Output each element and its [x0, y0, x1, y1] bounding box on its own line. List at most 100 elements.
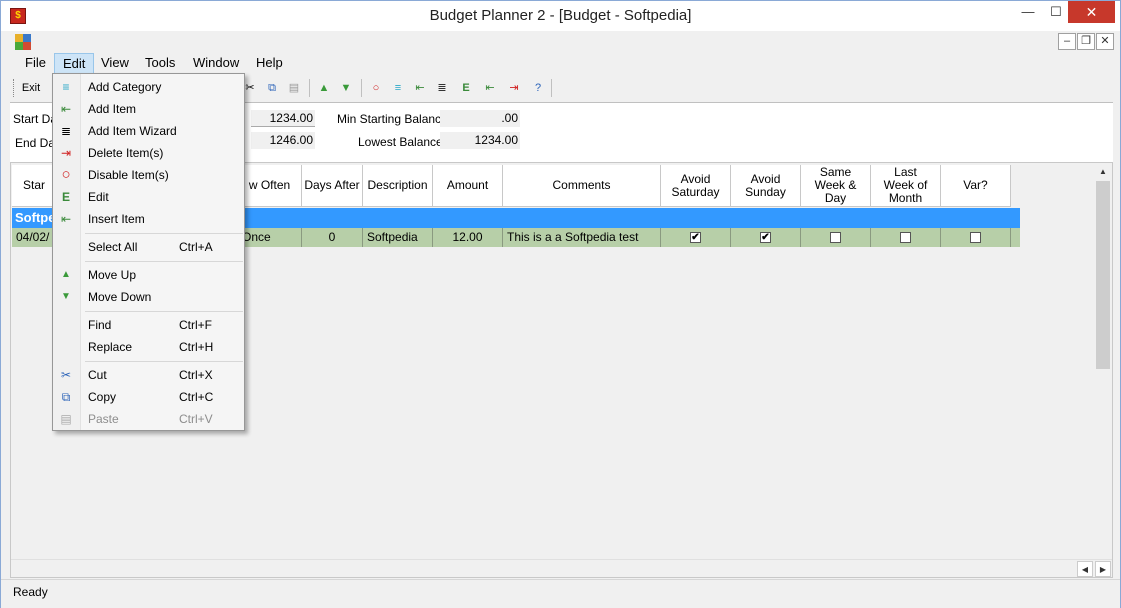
scroll-up-icon[interactable]: ▲ — [1094, 164, 1112, 180]
menu-item-add-category[interactable]: ≡ Add Category — [53, 76, 244, 98]
horizontal-scrollbar[interactable]: ◀ ▶ — [11, 559, 1112, 577]
close-button[interactable]: ✕ — [1068, 1, 1115, 23]
menu-item-replace[interactable]: Replace Ctrl+H — [53, 336, 244, 358]
child-minimize-button[interactable]: – — [1058, 33, 1076, 50]
delete-icon: ⇥ — [60, 146, 72, 160]
same-week-day-checkbox[interactable] — [830, 232, 841, 243]
move-up-icon[interactable]: ▲ — [315, 79, 333, 97]
column-header-same-week-day[interactable]: Same Week & Day — [801, 165, 871, 207]
menu-item-move-down[interactable]: ▼ Move Down — [53, 286, 244, 308]
paste-icon[interactable]: ▤ — [285, 79, 303, 97]
menu-help[interactable]: Help — [248, 53, 291, 74]
column-header-amount[interactable]: Amount — [433, 165, 503, 207]
add-category-icon[interactable]: ≡ — [389, 79, 407, 97]
vertical-scrollbar[interactable]: ▲ — [1094, 164, 1112, 369]
column-header-how-often[interactable]: w Often — [238, 165, 302, 207]
vertical-scroll-thumb[interactable] — [1096, 181, 1110, 369]
add-item-icon[interactable]: ⇤ — [411, 79, 429, 97]
avoid-saturday-checkbox[interactable]: ✔ — [690, 232, 701, 243]
column-header-description[interactable]: Description — [363, 165, 433, 207]
starting-balance-field[interactable]: 1234.00 — [251, 110, 315, 127]
column-header-avoid-saturday[interactable]: Avoid Saturday — [661, 165, 731, 207]
menu-tools[interactable]: Tools — [137, 53, 183, 74]
child-close-button[interactable]: ✕ — [1096, 33, 1114, 50]
app-window: Budget Planner 2 - [Budget - Softpedia] … — [0, 0, 1121, 608]
cell-start-date[interactable]: 04/02/ — [12, 228, 57, 247]
menu-item-edit[interactable]: E Edit — [53, 186, 244, 208]
cell-description[interactable]: Softpedia — [363, 228, 433, 247]
menu-item-label: Cut — [88, 368, 107, 382]
menu-item-shortcut: Ctrl+C — [179, 390, 214, 404]
document-icon[interactable] — [15, 34, 31, 50]
scroll-right-icon[interactable]: ▶ — [1095, 561, 1111, 577]
menu-edit[interactable]: Edit — [54, 53, 95, 74]
edit-menu-dropdown: ≡ Add Category ⇤ Add Item ≣ Add Item Wiz… — [52, 73, 245, 431]
menu-item-add-item-wizard[interactable]: ≣ Add Item Wizard — [53, 120, 244, 142]
column-header-last-week-of-month[interactable]: Last Week of Month — [871, 165, 941, 207]
paste-icon: ▤ — [60, 412, 72, 426]
min-starting-balance-label: Min Starting Balance — [337, 112, 448, 126]
cell-how-often[interactable]: Once — [238, 228, 302, 247]
menu-item-select-all[interactable]: Select All Ctrl+A — [53, 236, 244, 258]
mdi-child-bar: – ❐ ✕ — [1, 31, 1120, 53]
menu-item-label: Edit — [88, 190, 109, 204]
toolbar-separator — [551, 79, 552, 97]
wizard-icon: ≣ — [60, 124, 72, 138]
disable-icon[interactable]: ○ — [367, 79, 385, 97]
edit-icon: E — [61, 190, 70, 204]
maximize-button[interactable]: ☐ — [1042, 1, 1070, 23]
menu-item-move-up[interactable]: ▲ Move Up — [53, 264, 244, 286]
cell-amount[interactable]: 12.00 — [433, 228, 503, 247]
exit-button[interactable]: Exit — [19, 79, 43, 97]
copy-icon[interactable]: ⧉ — [263, 79, 281, 97]
app-icon[interactable]: $ — [10, 8, 26, 24]
delete-icon[interactable]: ⇥ — [505, 79, 523, 97]
menu-item-find[interactable]: Find Ctrl+F — [53, 314, 244, 336]
var-checkbox[interactable] — [970, 232, 981, 243]
menu-item-label: Move Down — [88, 290, 152, 304]
avoid-sunday-checkbox[interactable]: ✔ — [760, 232, 771, 243]
toolbar-grip[interactable] — [13, 79, 16, 97]
column-header-start[interactable]: Star — [12, 165, 57, 207]
move-down-icon[interactable]: ▼ — [337, 79, 355, 97]
add-category-icon: ≡ — [62, 80, 70, 94]
menu-separator — [85, 233, 243, 234]
menu-item-insert-item[interactable]: ⇤ Insert Item — [53, 208, 244, 230]
insert-icon[interactable]: ⇤ — [481, 79, 499, 97]
menu-item-shortcut: Ctrl+X — [179, 368, 213, 382]
menu-item-cut[interactable]: ✂ Cut Ctrl+X — [53, 364, 244, 386]
menu-view[interactable]: View — [93, 53, 137, 74]
menu-item-label: Add Category — [88, 80, 162, 94]
menu-item-label: Copy — [88, 390, 117, 404]
menu-item-shortcut: Ctrl+A — [179, 240, 213, 254]
menu-item-label: Find — [88, 318, 112, 332]
status-bar: Ready — [1, 579, 1120, 608]
menu-separator — [85, 361, 243, 362]
column-header-days-after[interactable]: Days After — [302, 165, 363, 207]
wizard-icon[interactable]: ≣ — [433, 79, 451, 97]
last-week-of-month-checkbox[interactable] — [900, 232, 911, 243]
help-icon[interactable]: ? — [529, 79, 547, 97]
child-restore-button[interactable]: ❐ — [1077, 33, 1095, 50]
minimize-button[interactable]: — — [1014, 1, 1042, 23]
move-down-icon: ▼ — [61, 291, 71, 302]
column-header-avoid-sunday[interactable]: Avoid Sunday — [731, 165, 801, 207]
column-header-comments[interactable]: Comments — [503, 165, 661, 207]
title-bar[interactable]: Budget Planner 2 - [Budget - Softpedia] … — [1, 1, 1120, 31]
menu-item-label: Paste — [88, 412, 119, 426]
menu-separator — [85, 261, 243, 262]
copy-icon: ⧉ — [61, 390, 71, 404]
cell-days-after[interactable]: 0 — [302, 228, 363, 247]
lowest-balance-value: 1234.00 — [440, 132, 520, 149]
column-header-var[interactable]: Var? — [941, 165, 1011, 207]
edit-icon[interactable]: E — [457, 79, 475, 97]
menu-separator — [85, 311, 243, 312]
menu-item-delete-items[interactable]: ⇥ Delete Item(s) — [53, 142, 244, 164]
menu-item-add-item[interactable]: ⇤ Add Item — [53, 98, 244, 120]
menu-item-copy[interactable]: ⧉ Copy Ctrl+C — [53, 386, 244, 408]
menu-window[interactable]: Window — [185, 53, 247, 74]
scroll-left-icon[interactable]: ◀ — [1077, 561, 1093, 577]
cell-comments[interactable]: This is a a Softpedia test — [503, 228, 661, 247]
menu-file[interactable]: File — [17, 53, 54, 74]
menu-item-disable-items[interactable]: ○ Disable Item(s) — [53, 164, 244, 186]
